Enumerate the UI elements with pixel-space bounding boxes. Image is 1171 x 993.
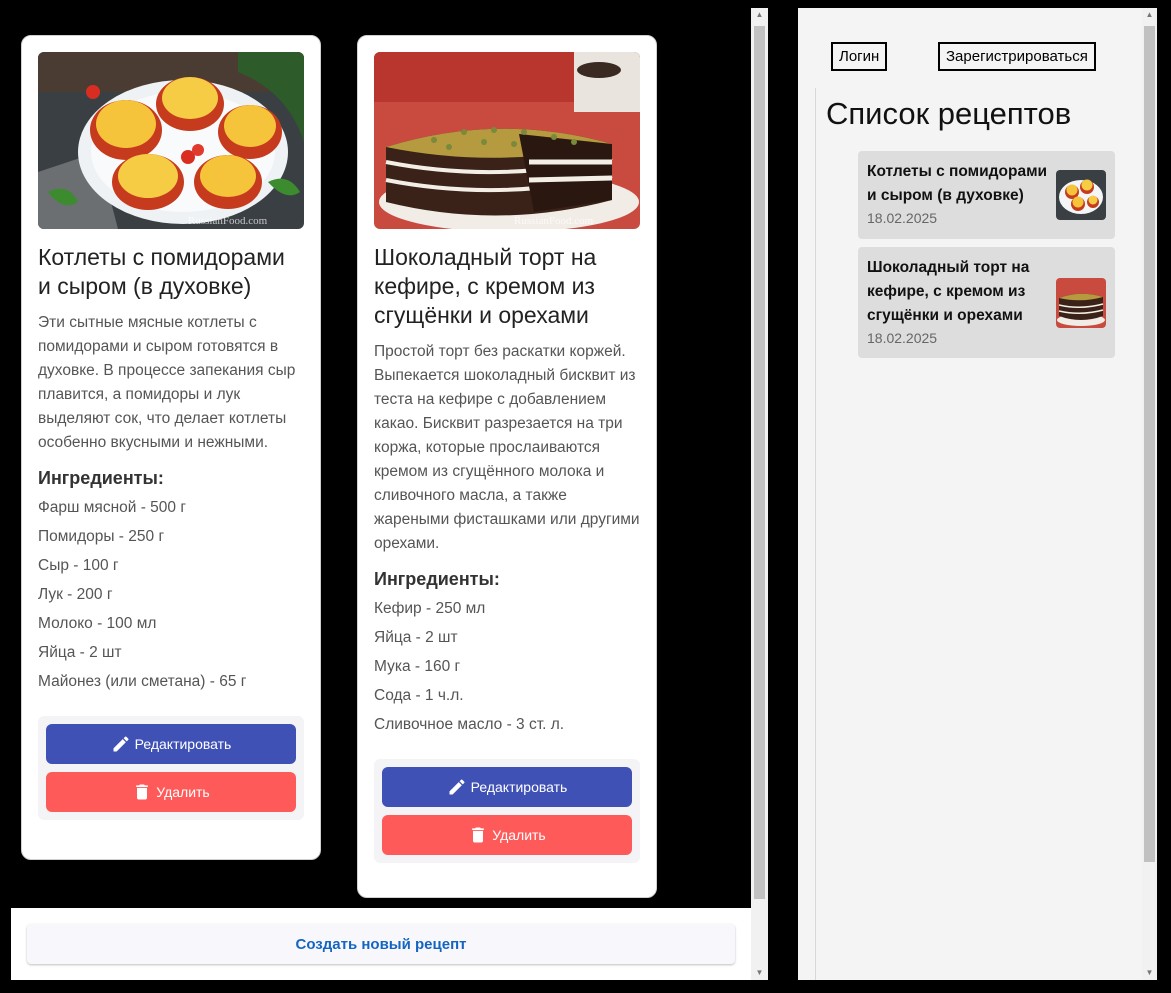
ingredient-item: Майонез (или сметана) - 65 г <box>38 673 247 690</box>
ingredients-heading: Ингредиенты: <box>38 468 164 488</box>
recipe-card: RussianFood.com Котлеты с помидорами и с… <box>21 35 321 860</box>
scroll-up-arrow-icon[interactable]: ▲ <box>1142 8 1157 22</box>
ingredient-item: Кефир - 250 мл <box>374 600 486 617</box>
sidebar-scrollbar[interactable]: ▲ ▼ <box>1142 8 1157 980</box>
ingredients-list: Кефир - 250 мл Яйца - 2 шт Мука - 160 г … <box>374 594 640 739</box>
recipes-pane: RussianFood.com Котлеты с помидорами и с… <box>0 0 768 980</box>
register-button[interactable]: Зарегистрироваться <box>938 42 1096 71</box>
recipe-image-cutlets: RussianFood.com <box>38 52 304 229</box>
pencil-icon <box>449 779 465 795</box>
recipe-title: Шоколадный торт на кефире, с кремом из с… <box>374 244 597 328</box>
ingredient-item: Сливочное масло - 3 ст. л. <box>374 716 565 733</box>
ingredient-item: Яйца - 2 шт <box>374 629 458 646</box>
ingredient-item: Сода - 1 ч.л. <box>374 687 464 704</box>
scrollbar-thumb[interactable] <box>1144 26 1155 862</box>
trash-icon <box>472 827 485 843</box>
recipe-description: Простой торт без раскатки коржей. Выпека… <box>374 343 640 552</box>
recipe-thumbnail <box>1056 170 1106 220</box>
trash-icon <box>136 784 149 800</box>
image-watermark: RussianFood.com <box>188 215 268 227</box>
edit-button-label: Редактировать <box>470 779 568 795</box>
recipe-card: RussianFood.com Шоколадный торт на кефир… <box>357 35 657 898</box>
edit-button-label: Редактировать <box>134 736 232 752</box>
card-actions: Редактировать Удалить <box>374 759 640 863</box>
create-recipe-bar: Создать новый рецепт <box>11 908 751 980</box>
image-watermark: RussianFood.com <box>514 215 594 227</box>
delete-button-label: Удалить <box>492 827 546 843</box>
delete-button[interactable]: Удалить <box>382 815 632 855</box>
ingredients-heading: Ингредиенты: <box>374 569 500 589</box>
sidebar-divider <box>815 88 816 980</box>
ingredient-item: Молоко - 100 мл <box>38 615 157 632</box>
main-scrollbar[interactable]: ▲ ▼ <box>751 8 768 980</box>
recipe-title: Котлеты с помидорами и сыром (в духовке) <box>38 244 285 299</box>
ingredient-item: Сыр - 100 г <box>38 557 119 574</box>
recipe-image-cake: RussianFood.com <box>374 52 640 229</box>
delete-button-label: Удалить <box>156 784 210 800</box>
ingredient-item: Яйца - 2 шт <box>38 644 122 661</box>
delete-button[interactable]: Удалить <box>46 772 296 812</box>
scrollbar-thumb[interactable] <box>754 26 765 899</box>
recipe-list-item[interactable]: Котлеты с помидорами и сыром (в духовке)… <box>858 151 1115 239</box>
edit-button[interactable]: Редактировать <box>46 724 296 764</box>
scroll-up-arrow-icon[interactable]: ▲ <box>751 8 768 22</box>
ingredient-item: Лук - 200 г <box>38 586 113 603</box>
login-button[interactable]: Логин <box>831 42 888 71</box>
recipe-description: Эти сытные мясные котлеты с помидорами и… <box>38 314 296 451</box>
ingredient-item: Помидоры - 250 г <box>38 528 165 545</box>
recipe-thumbnail <box>1056 278 1106 328</box>
scroll-down-arrow-icon[interactable]: ▼ <box>1142 966 1157 980</box>
card-actions: Редактировать Удалить <box>38 716 304 820</box>
ingredient-item: Фарш мясной - 500 г <box>38 499 186 516</box>
recipe-list-title: Список рецептов <box>826 96 1072 131</box>
ingredients-list: Фарш мясной - 500 г Помидоры - 250 г Сыр… <box>38 493 304 696</box>
edit-button[interactable]: Редактировать <box>382 767 632 807</box>
pencil-icon <box>113 736 129 752</box>
scroll-down-arrow-icon[interactable]: ▼ <box>751 966 768 980</box>
recipe-list-item-date: 18.02.2025 <box>867 330 938 346</box>
ingredient-item: Мука - 160 г <box>374 658 461 675</box>
recipe-list-item-name: Котлеты с помидорами и сыром (в духовке) <box>867 163 1048 204</box>
recipe-list-item-name: Шоколадный торт на кефире, с кремом из с… <box>867 259 1030 324</box>
create-recipe-button[interactable]: Создать новый рецепт <box>27 924 735 964</box>
recipe-list-item[interactable]: Шоколадный торт на кефире, с кремом из с… <box>858 247 1115 358</box>
sidebar-pane: Логин Зарегистрироваться Список рецептов… <box>798 8 1157 980</box>
